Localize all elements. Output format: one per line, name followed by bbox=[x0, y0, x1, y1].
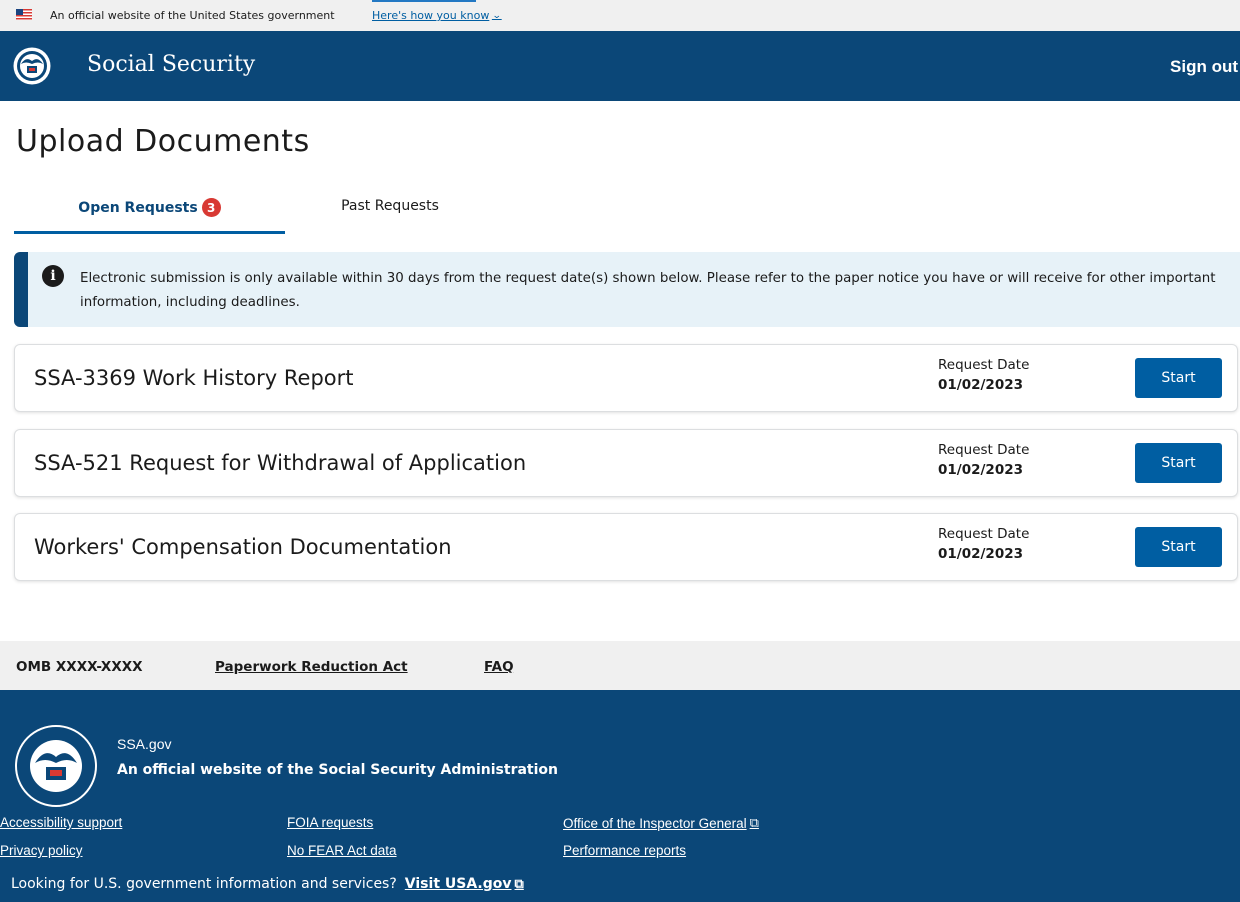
tab-past-requests-label: Past Requests bbox=[341, 198, 439, 214]
gov-banner: An official website of the United States… bbox=[0, 0, 1240, 31]
start-button[interactable]: Start bbox=[1135, 358, 1222, 398]
accessibility-support-label: Accessibility support bbox=[0, 815, 123, 830]
banner-focus-line bbox=[372, 0, 476, 2]
start-button[interactable]: Start bbox=[1135, 443, 1222, 483]
heres-how-you-know-label: Here's how you know bbox=[372, 9, 490, 22]
performance-reports-link[interactable]: Performance reports bbox=[563, 843, 686, 858]
gov-banner-text: An official website of the United States… bbox=[50, 9, 335, 22]
heres-how-you-know-link[interactable]: Here's how you know ⌄ bbox=[372, 9, 502, 22]
visit-usa-gov-link[interactable]: Visit USA.gov ⧉ bbox=[405, 876, 524, 892]
start-button[interactable]: Start bbox=[1135, 527, 1222, 567]
ssa-seal-logo bbox=[15, 725, 97, 807]
privacy-policy-link[interactable]: Privacy policy bbox=[0, 843, 83, 858]
inspector-general-label: Office of the Inspector General bbox=[563, 815, 747, 831]
visit-usa-gov-label: Visit USA.gov bbox=[404, 876, 512, 892]
tab-past-requests[interactable]: Past Requests bbox=[290, 198, 490, 234]
brand-title[interactable]: Social Security bbox=[87, 52, 255, 77]
request-title: SSA-521 Request for Withdrawal of Applic… bbox=[34, 451, 527, 475]
page-title: Upload Documents bbox=[16, 124, 310, 159]
usa-gov-prompt: Looking for U.S. government information … bbox=[11, 876, 524, 892]
request-card: SSA-521 Request for Withdrawal of Applic… bbox=[14, 429, 1238, 497]
request-date-label: Request Date bbox=[938, 442, 1030, 458]
accessibility-support-link[interactable]: Accessibility support bbox=[0, 815, 122, 830]
sign-out-link[interactable]: Sign out bbox=[1170, 57, 1238, 77]
request-card: SSA-3369 Work History Report Request Dat… bbox=[14, 344, 1238, 412]
faq-link[interactable]: FAQ bbox=[484, 659, 514, 675]
request-title: Workers' Compensation Documentation bbox=[34, 535, 452, 559]
external-link-icon: ⧉ bbox=[749, 815, 759, 830]
request-date-label: Request Date bbox=[938, 526, 1030, 542]
official-site-text: An official website of the Social Securi… bbox=[117, 762, 558, 778]
site-footer: SSA.gov An official website of the Socia… bbox=[0, 690, 1240, 902]
tab-open-requests-label: Open Requests bbox=[78, 199, 198, 216]
request-date-value: 01/02/2023 bbox=[938, 377, 1024, 393]
inspector-general-link[interactable]: Office of the Inspector General ⧉ bbox=[563, 815, 759, 831]
usa-gov-prompt-text: Looking for U.S. government information … bbox=[11, 876, 397, 892]
request-title: SSA-3369 Work History Report bbox=[34, 366, 354, 390]
no-fear-act-label: No FEAR Act data bbox=[287, 843, 397, 858]
request-date-value: 01/02/2023 bbox=[938, 462, 1024, 478]
foia-requests-link[interactable]: FOIA requests bbox=[287, 815, 373, 830]
chevron-down-icon: ⌄ bbox=[492, 10, 502, 21]
tab-open-requests[interactable]: Open Requests 3 bbox=[14, 198, 285, 234]
site-header: Social Security Sign out bbox=[0, 31, 1240, 101]
no-fear-act-link[interactable]: No FEAR Act data bbox=[287, 843, 397, 858]
us-flag-icon bbox=[16, 9, 32, 20]
alert-text: Electronic submission is only available … bbox=[80, 271, 1216, 310]
paperwork-reduction-act-link[interactable]: Paperwork Reduction Act bbox=[215, 659, 408, 675]
foia-requests-label: FOIA requests bbox=[287, 815, 374, 830]
performance-reports-label: Performance reports bbox=[563, 843, 687, 858]
open-requests-count-badge: 3 bbox=[201, 198, 221, 217]
info-icon: i bbox=[42, 265, 64, 287]
footer-links-bar: OMB XXXX-XXXX Paperwork Reduction Act FA… bbox=[0, 641, 1240, 690]
ssa-gov-link[interactable]: SSA.gov bbox=[117, 736, 171, 752]
omb-number: OMB XXXX-XXXX bbox=[16, 659, 143, 675]
external-link-icon: ⧉ bbox=[514, 876, 524, 892]
request-date-label: Request Date bbox=[938, 357, 1030, 373]
privacy-policy-label: Privacy policy bbox=[0, 843, 83, 858]
request-date-value: 01/02/2023 bbox=[938, 546, 1024, 562]
request-card: Workers' Compensation Documentation Requ… bbox=[14, 513, 1238, 581]
ssa-seal-logo[interactable] bbox=[13, 47, 51, 85]
